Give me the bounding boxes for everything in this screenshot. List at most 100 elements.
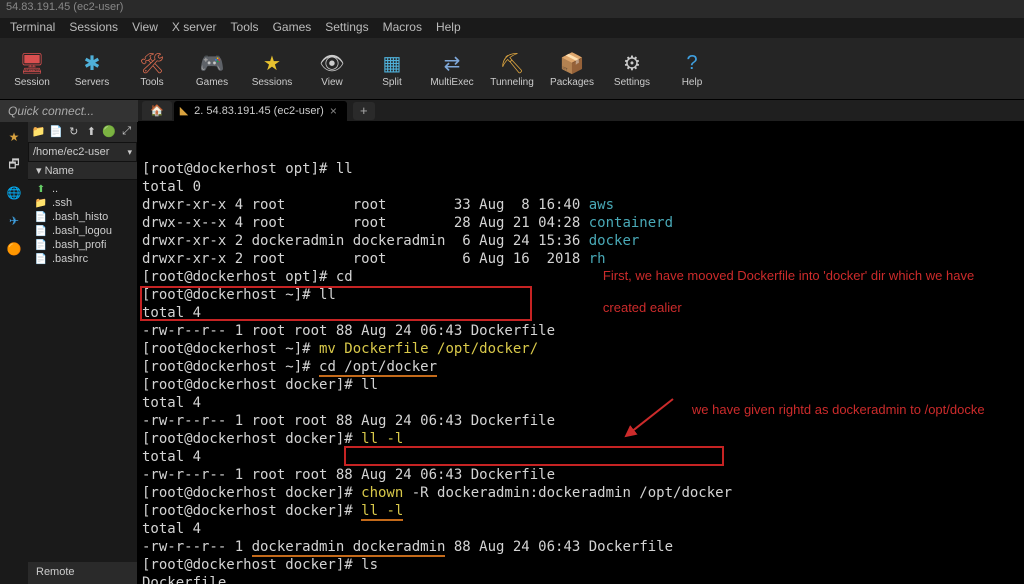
file-row[interactable]: 📄.bash_profi bbox=[28, 238, 137, 252]
terminal-text: [root@dockerhost docker]# bbox=[142, 431, 361, 447]
terminal-text: drwxr-xr-x 4 root root 33 Aug 8 16:40 bbox=[142, 197, 589, 213]
terminal-text: cd /opt/docker bbox=[319, 359, 437, 377]
tool-view[interactable]: 👁View bbox=[306, 42, 358, 95]
menu-x-server[interactable]: X server bbox=[172, 20, 217, 36]
strip-icon-0[interactable]: ★ bbox=[5, 128, 23, 146]
name-column-header: Name bbox=[45, 165, 74, 177]
menu-view[interactable]: View bbox=[132, 20, 158, 36]
menu-terminal[interactable]: Terminal bbox=[10, 20, 55, 36]
mini-btn-4[interactable]: 🟢 bbox=[102, 123, 117, 139]
terminal-text: [root@dockerhost ~]# bbox=[142, 359, 319, 375]
strip-icon-2[interactable]: 🌐 bbox=[5, 184, 23, 202]
terminal-text: drwx--x--x 4 root root 28 Aug 21 04:28 bbox=[142, 215, 589, 231]
tool-help[interactable]: ?Help bbox=[666, 42, 718, 95]
highlight-box-1 bbox=[140, 286, 532, 321]
tool-packages[interactable]: 📦Packages bbox=[546, 42, 598, 95]
terminal-text: aws bbox=[589, 197, 614, 213]
terminal-line: drwxr-xr-x 4 root root 33 Aug 8 16:40 aw… bbox=[142, 196, 1024, 214]
terminal-text: dockeradmin dockeradmin bbox=[252, 539, 446, 557]
sessions-icon: ★ bbox=[258, 49, 286, 77]
terminal-text: total 4 bbox=[142, 395, 201, 411]
strip-icon-1[interactable]: 🗗 bbox=[5, 156, 23, 174]
terminal-line: -rw-r--r-- 1 dockeradmin dockeradmin 88 … bbox=[142, 538, 1024, 556]
terminal-line: [root@dockerhost docker]# ls bbox=[142, 556, 1024, 574]
terminal-text: -rw-r--r-- 1 root root 88 Aug 24 06:43 D… bbox=[142, 413, 555, 429]
terminal[interactable]: [root@dockerhost opt]# lltotal 0drwxr-xr… bbox=[138, 122, 1024, 584]
terminal-text: total 4 bbox=[142, 449, 201, 465]
tool-tools[interactable]: 🛠Tools bbox=[126, 42, 178, 95]
file-row[interactable]: 📄.bash_histo bbox=[28, 210, 137, 224]
menu-settings[interactable]: Settings bbox=[325, 20, 368, 36]
tool-settings[interactable]: ⚙Settings bbox=[606, 42, 658, 95]
file-row[interactable]: 📄.bash_logou bbox=[28, 224, 137, 238]
file-name: .. bbox=[52, 183, 58, 195]
folder-up-icon: ⬆ bbox=[34, 183, 48, 195]
tool-multiexec[interactable]: ⇄MultiExec bbox=[426, 42, 478, 95]
terminal-text: -R dockeradmin:dockeradmin /opt/docker bbox=[412, 485, 732, 501]
terminal-text: total 4 bbox=[142, 521, 201, 537]
mini-btn-0[interactable]: 📁 bbox=[31, 123, 46, 139]
terminal-text: chown bbox=[353, 485, 412, 501]
menu-macros[interactable]: Macros bbox=[383, 20, 422, 36]
file-name: .bash_profi bbox=[52, 239, 106, 251]
split-icon: ▦ bbox=[378, 49, 406, 77]
servers-icon: ✱ bbox=[78, 49, 106, 77]
tool-session[interactable]: 🖥Session bbox=[6, 42, 58, 95]
tool-sessions[interactable]: ★Sessions bbox=[246, 42, 298, 95]
terminal-text: [root@dockerhost opt]# ll bbox=[142, 161, 353, 177]
sidebar-toolbar: 📁📄↻⬆🟢⤢ bbox=[28, 122, 137, 142]
terminal-text: drwxr-xr-x 2 root root 6 Aug 16 2018 bbox=[142, 251, 589, 267]
files-header[interactable]: ▾ Name bbox=[28, 162, 137, 180]
window-title: 54.83.191.45 (ec2-user) bbox=[6, 1, 123, 13]
file-row[interactable]: 📁.ssh bbox=[28, 196, 137, 210]
tool-label: Games bbox=[196, 77, 228, 88]
sidebar-bottom-tab[interactable]: Remote bbox=[28, 562, 137, 584]
terminal-text: [root@dockerhost docker]# ls bbox=[142, 557, 378, 573]
terminal-text: -rw-r--r-- 1 bbox=[142, 539, 252, 555]
terminal-text: Dockerfile bbox=[142, 575, 226, 584]
mini-btn-2[interactable]: ↻ bbox=[66, 123, 81, 139]
quick-connect-bar[interactable]: Quick connect... bbox=[0, 100, 138, 122]
menu-help[interactable]: Help bbox=[436, 20, 461, 36]
tool-tunneling[interactable]: ⛏Tunneling bbox=[486, 42, 538, 95]
tool-games[interactable]: 🎮Games bbox=[186, 42, 238, 95]
terminal-line: Dockerfile bbox=[142, 574, 1024, 584]
mini-btn-1[interactable]: 📄 bbox=[49, 123, 64, 139]
menu-tools[interactable]: Tools bbox=[231, 20, 259, 36]
terminal-line: drwx--x--x 4 root root 28 Aug 21 04:28 c… bbox=[142, 214, 1024, 232]
tool-label: Tunneling bbox=[490, 77, 534, 88]
terminal-text: total 0 bbox=[142, 179, 201, 195]
strip-icon-3[interactable]: ✈ bbox=[5, 212, 23, 230]
tool-servers[interactable]: ✱Servers bbox=[66, 42, 118, 95]
session-tab[interactable]: ◣ 2. 54.83.191.45 (ec2-user) × bbox=[174, 101, 347, 121]
terminal-line: [root@dockerhost opt]# ll bbox=[142, 160, 1024, 178]
mini-btn-5[interactable]: ⤢ bbox=[119, 123, 134, 139]
mini-btn-3[interactable]: ⬆ bbox=[84, 123, 99, 139]
close-icon[interactable]: × bbox=[330, 104, 337, 118]
terminal-text: ll -l bbox=[361, 431, 403, 447]
terminal-line: total 4 bbox=[142, 520, 1024, 538]
annotation-1: First, we have mooved Dockerfile into 'd… bbox=[574, 252, 1024, 332]
file-row[interactable]: ⬆.. bbox=[28, 182, 137, 196]
folder-icon: 📁 bbox=[34, 197, 48, 209]
home-icon: 🏠 bbox=[150, 104, 164, 117]
strip-icon-4[interactable]: 🟠 bbox=[5, 240, 23, 258]
multiexec-icon: ⇄ bbox=[438, 49, 466, 77]
games-icon: 🎮 bbox=[198, 49, 226, 77]
file-row[interactable]: 📄.bashrc bbox=[28, 252, 137, 266]
window-titlebar: 54.83.191.45 (ec2-user) bbox=[0, 0, 1024, 18]
file-name: .bash_logou bbox=[52, 225, 112, 237]
annotation-1-line2: created ealier bbox=[603, 300, 682, 315]
home-tab[interactable]: 🏠 bbox=[142, 101, 172, 120]
tool-label: Tools bbox=[140, 77, 163, 88]
menu-games[interactable]: Games bbox=[273, 20, 312, 36]
help-icon: ? bbox=[678, 49, 706, 77]
tool-split[interactable]: ▦Split bbox=[366, 42, 418, 95]
file-name: .bashrc bbox=[52, 253, 88, 265]
tool-label: Split bbox=[382, 77, 401, 88]
terminal-text: ll -l bbox=[361, 503, 403, 521]
path-selector[interactable]: /home/ec2-user▾ bbox=[28, 142, 137, 162]
terminal-text: [root@dockerhost ~]# bbox=[142, 341, 311, 357]
menu-sessions[interactable]: Sessions bbox=[69, 20, 118, 36]
add-tab-button[interactable]: + bbox=[353, 102, 375, 120]
